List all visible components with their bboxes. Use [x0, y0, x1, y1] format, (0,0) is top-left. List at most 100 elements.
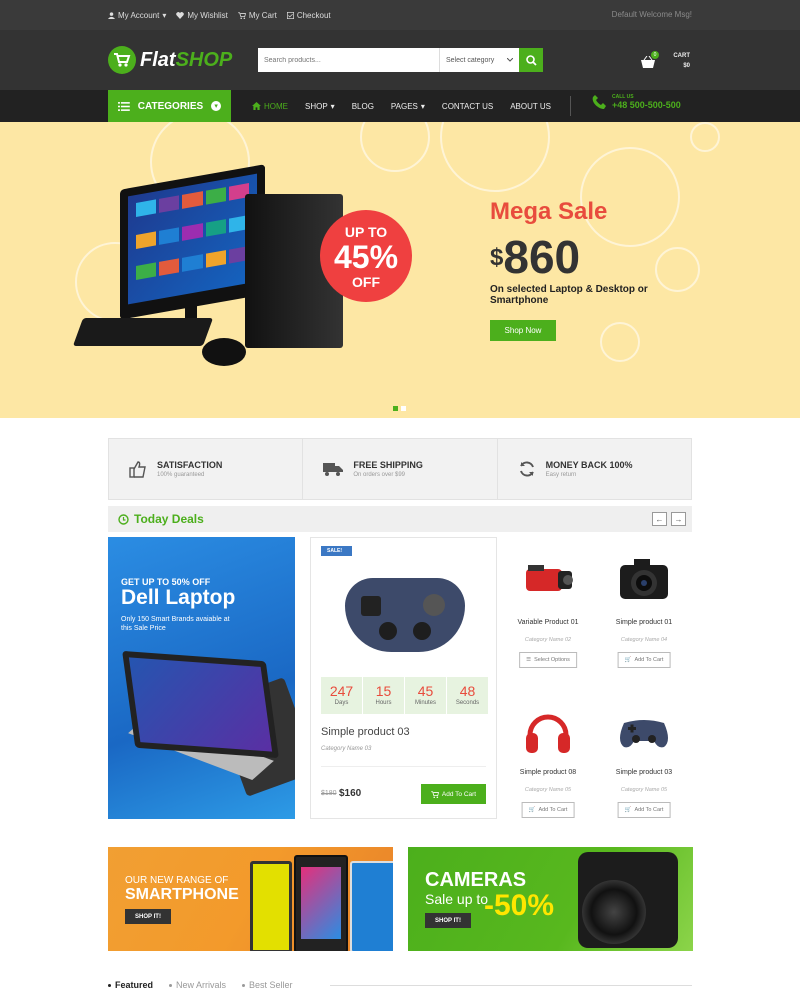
product-name[interactable]: Simple product 01 [596, 619, 692, 626]
phone-icon [592, 95, 606, 109]
button-label: Add To Cart [634, 657, 664, 663]
prev-arrow-button[interactable]: ← [652, 512, 667, 526]
categories-button[interactable]: CATEGORIES ▾ [108, 90, 231, 122]
search-icon [525, 54, 537, 66]
thumbs-up-icon [129, 461, 146, 478]
tab-new-arrivals[interactable]: New Arrivals [169, 980, 226, 990]
my-cart-link[interactable]: My Cart [237, 11, 277, 20]
feature-satisfaction: SATISFACTION 100% guaranteed [109, 439, 304, 499]
product-card: Simple product 08 Category Name 05 🛒 Add … [500, 687, 596, 828]
product-name[interactable]: Variable Product 01 [500, 619, 596, 626]
my-wishlist-label: My Wishlist [187, 10, 228, 20]
nav-about[interactable]: ABOUT US [510, 102, 551, 111]
chevron-down-icon: ▾ [330, 101, 335, 111]
features-strip: SATISFACTION 100% guaranteed FREE SHIPPIN… [108, 438, 692, 500]
phone-image [250, 861, 292, 951]
gamepad-image[interactable] [345, 578, 465, 652]
smartphone-banner-line2: SMARTPHONE [125, 886, 239, 903]
cameras-banner-line2: Sale up to [425, 891, 489, 907]
category-select[interactable]: Select category [439, 48, 519, 72]
nav-home[interactable]: HOME [252, 102, 288, 111]
tab-bullet [108, 983, 111, 987]
decor-circle [690, 122, 720, 152]
decor-circle [440, 122, 550, 192]
cart-icon [237, 11, 246, 19]
slider-dot-1[interactable] [393, 406, 398, 411]
countdown-hours: 15 Hours [363, 677, 405, 714]
category-select-label: Select category [446, 56, 495, 64]
chevron-down-icon: ▾ [211, 101, 221, 111]
camera-image [578, 852, 678, 948]
deal-product-name[interactable]: Simple product 03 [321, 726, 410, 738]
nav-blog[interactable]: BLOG [352, 102, 374, 111]
tab-featured[interactable]: Featured [108, 980, 153, 990]
deal-price: $160 [339, 788, 362, 799]
my-account-link[interactable]: My Account ▾ [108, 11, 166, 20]
phone-number[interactable]: +48 500-500-500 [612, 100, 681, 110]
shop-it-button[interactable]: SHOP IT! [425, 913, 471, 928]
add-to-cart-button[interactable]: 🛒 Add To Cart [521, 802, 575, 818]
next-arrow-button[interactable]: → [671, 512, 686, 526]
add-to-cart-button[interactable]: Add To Cart [421, 784, 486, 804]
feature-subtitle: On orders over $99 [353, 472, 406, 478]
badge-line1: UP TO [344, 224, 388, 240]
checkout-link[interactable]: Checkout [286, 11, 331, 20]
sale-badge: SALE! [321, 546, 352, 556]
nav-pages[interactable]: PAGES ▾ [391, 102, 425, 111]
clock-icon [118, 513, 129, 525]
nav-shop[interactable]: SHOP ▾ [305, 102, 335, 111]
dell-laptop-promo[interactable]: GET UP TO 50% OFF Dell Laptop Only 150 S… [108, 537, 295, 819]
hero-slider: UP TO 45% OFF Mega Sale $ 860 On selecte… [0, 122, 800, 418]
add-to-cart-button[interactable]: 🛒 Add To Cart [617, 652, 671, 668]
slider-dot-2[interactable] [401, 406, 406, 411]
hero-amount: 860 [503, 231, 581, 283]
cart-icon: 🛒 [624, 657, 632, 663]
countdown-unit: Hours [375, 700, 392, 706]
feature-subtitle: Easy return [545, 472, 577, 478]
cameras-banner[interactable]: CAMERAS Sale up to -50% SHOP IT! [408, 847, 693, 951]
countdown-minutes: 45 Minutes [405, 677, 447, 714]
search-button[interactable] [519, 48, 543, 72]
tab-best-seller[interactable]: Best Seller [242, 980, 293, 990]
product-name[interactable]: Simple product 03 [596, 769, 692, 776]
tab-label: New Arrivals [176, 980, 227, 990]
site-logo[interactable]: FlatSHOP [108, 46, 232, 74]
nav-pages-label: PAGES [390, 101, 418, 111]
feature-free-shipping: FREE SHIPPING On orders over $99 [303, 439, 498, 499]
gamepad-image[interactable] [614, 701, 674, 761]
checkout-icon [286, 11, 294, 19]
add-to-cart-button[interactable]: 🛒 Add To Cart [617, 802, 671, 818]
logo-cart-icon [108, 46, 136, 74]
header-cart[interactable]: 0 CART $0 [640, 48, 692, 76]
tab-bullet [242, 983, 246, 987]
list-icon: ☰ [526, 657, 532, 663]
search-input[interactable] [258, 48, 439, 72]
slider-dots [393, 406, 406, 411]
tab-label: Best Seller [249, 980, 293, 990]
select-options-button[interactable]: ☰ Select Options [519, 652, 577, 668]
feature-title: SATISFACTION [157, 460, 223, 470]
countdown-unit: Seconds [455, 700, 480, 706]
product-name[interactable]: Simple product 08 [500, 769, 596, 776]
smartphone-banner[interactable]: OUR NEW RANGE OF SMARTPHONE SHOP IT! [108, 847, 393, 951]
camcorder-image[interactable] [518, 551, 578, 611]
countdown-unit: Minutes [414, 700, 436, 706]
search-bar: Select category [258, 48, 543, 72]
headphones-image[interactable] [518, 701, 578, 761]
nav-contact[interactable]: CONTACT US [442, 102, 493, 111]
welcome-message: Default Welcome Msg! [611, 10, 692, 19]
desktop-monitor-image [120, 164, 265, 320]
shop-it-button[interactable]: SHOP IT! [125, 909, 171, 924]
smartphone-banner-line1: OUR NEW RANGE OF [125, 875, 229, 886]
shop-now-button[interactable]: Shop Now [490, 320, 556, 341]
nav-blog-label: BLOG [351, 101, 374, 111]
product-card: Simple product 01 Category Name 04 🛒 Add … [596, 537, 692, 678]
tabs-divider [330, 985, 692, 986]
categories-label: CATEGORIES [137, 100, 204, 112]
dslr-camera-image[interactable] [614, 551, 674, 611]
button-label: Select Options [534, 657, 570, 663]
cameras-banner-discount: -50% [484, 889, 555, 922]
product-category: Category Name 05 [524, 787, 572, 793]
my-wishlist-link[interactable]: My Wishlist [176, 10, 228, 20]
chevron-down-icon: ▾ [420, 101, 425, 111]
